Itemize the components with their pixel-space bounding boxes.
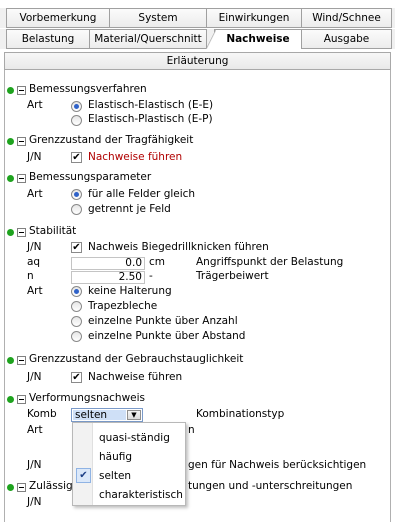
dropdown-gutter <box>73 423 93 505</box>
komb-description: Kombinationstyp <box>196 408 285 420</box>
status-dot-icon <box>7 484 14 491</box>
checkbox-label: Nachweise führen <box>88 371 183 383</box>
collapse-icon[interactable] <box>17 228 26 237</box>
section-title-bemessungsparameter: Bemessungsparameter <box>29 171 152 183</box>
status-dot-icon <box>7 175 14 182</box>
checkbox-label: Nachweise führen <box>88 151 183 163</box>
radio-label: Trapezbleche <box>88 300 158 312</box>
jn-partial-text: gen für Nachweis berücksichtigen <box>188 459 367 471</box>
label-jn: J/N <box>27 241 42 253</box>
aq-description: Angriffspunkt der Belastung <box>196 256 344 268</box>
section-title-gzg: Grenzzustand der Gebrauchstauglichkeit <box>29 353 244 365</box>
n-input[interactable]: 2.50 <box>71 271 145 284</box>
checkbox-nachweise-fuehren[interactable]: ✔ <box>71 152 82 163</box>
label-komb: Komb <box>27 408 57 420</box>
label-art: Art <box>27 424 43 436</box>
komb-dropdown-list: quasi-ständig häufig ✔ selten charakteri… <box>72 422 186 506</box>
label-aq: aq <box>27 256 41 268</box>
radio-label: einzelne Punkte über Anzahl <box>88 315 238 327</box>
n-description: Trägerbeiwert <box>196 270 269 282</box>
radio-label: für alle Felder gleich <box>88 188 196 200</box>
collapse-icon[interactable] <box>17 483 26 492</box>
art-partial-text: n <box>188 424 195 436</box>
label-jn: J/N <box>27 496 42 508</box>
radio-trapezbleche[interactable] <box>71 301 82 312</box>
radio-keine-halterung[interactable] <box>71 286 82 297</box>
status-dot-icon <box>7 87 14 94</box>
komb-select[interactable]: selten ▼ <box>71 408 143 422</box>
checkmark-icon: ✔ <box>76 468 91 483</box>
label-jn: J/N <box>27 371 42 383</box>
status-dot-icon <box>7 229 14 236</box>
section-title-zulaessig: Zulässig <box>29 480 73 492</box>
tab-row-1: Vorbemerkung System Einwirkungen Wind/Sc… <box>0 8 395 28</box>
radio-label: einzelne Punkte über Abstand <box>88 330 246 342</box>
radio-label: getrennt je Feld <box>88 203 171 215</box>
status-dot-icon <box>7 396 14 403</box>
unit-label: cm <box>149 256 166 268</box>
checkbox-label: Nachweis Biegedrillknicken führen <box>88 241 269 253</box>
label-art: Art <box>27 188 43 200</box>
komb-selected-value: selten <box>73 410 126 420</box>
radio-label: Elastisch-Elastisch (E-E) <box>88 99 214 111</box>
section-title-rest: tungen und -unterschreitungen <box>188 480 353 492</box>
tab-material-querschnitt[interactable]: Material/Querschnitt <box>89 29 207 49</box>
radio-elastisch-elastisch[interactable] <box>71 101 82 112</box>
tab-system[interactable]: System <box>109 8 207 28</box>
label-art: Art <box>27 99 43 111</box>
chevron-down-icon[interactable]: ▼ <box>127 410 141 420</box>
radio-label: keine Halterung <box>88 285 172 297</box>
radio-label: Elastisch-Plastisch (E-P) <box>88 113 213 125</box>
section-title-bemessungsverfahren: Bemessungsverfahren <box>29 83 147 95</box>
label-n: n <box>27 270 34 282</box>
collapse-icon[interactable] <box>17 174 26 183</box>
section-title-gzt: Grenzzustand der Tragfähigkeit <box>29 134 194 146</box>
dropdown-item-selten[interactable]: selten <box>99 470 131 482</box>
tab-nachweise[interactable]: Nachweise <box>206 29 302 49</box>
tab-einwirkungen[interactable]: Einwirkungen <box>206 8 302 28</box>
checkbox-biegedrillknicken[interactable]: ✔ <box>71 242 82 253</box>
label-jn: J/N <box>27 151 42 163</box>
tab-wind-schnee[interactable]: Wind/Schnee <box>301 8 392 28</box>
radio-getrennt-je-feld[interactable] <box>71 204 82 215</box>
aq-input[interactable]: 0.0 <box>71 257 145 270</box>
radio-elastisch-plastisch[interactable] <box>71 115 82 126</box>
collapse-icon[interactable] <box>17 86 26 95</box>
section-title-verformung: Verformungsnachweis <box>29 392 146 404</box>
status-dot-icon <box>7 357 14 364</box>
collapse-icon[interactable] <box>17 137 26 146</box>
label-jn: J/N <box>27 459 42 471</box>
status-dot-icon <box>7 138 14 145</box>
radio-punkte-anzahl[interactable] <box>71 316 82 327</box>
radio-punkte-abstand[interactable] <box>71 331 82 342</box>
section-title-stabilitaet: Stabilität <box>29 225 77 237</box>
radio-alle-felder-gleich[interactable] <box>71 189 82 200</box>
dropdown-item-quasi-staendig[interactable]: quasi-ständig <box>99 432 170 444</box>
erlaeuterung-header[interactable]: Erläuterung <box>4 52 391 70</box>
dropdown-item-haeufig[interactable]: häufig <box>99 451 132 463</box>
unit-label: - <box>149 270 153 282</box>
tab-vorbemerkung[interactable]: Vorbemerkung <box>6 8 110 28</box>
tab-belastung[interactable]: Belastung <box>6 29 90 49</box>
tab-row-2: Belastung Material/Querschnitt Nachweise… <box>0 29 395 49</box>
dropdown-item-charakteristisch[interactable]: charakteristisch <box>99 489 183 501</box>
label-art: Art <box>27 285 43 297</box>
collapse-icon[interactable] <box>17 356 26 365</box>
checkbox-gzg-nachweise[interactable]: ✔ <box>71 372 82 383</box>
collapse-icon[interactable] <box>17 395 26 404</box>
tab-ausgabe[interactable]: Ausgabe <box>301 29 392 49</box>
